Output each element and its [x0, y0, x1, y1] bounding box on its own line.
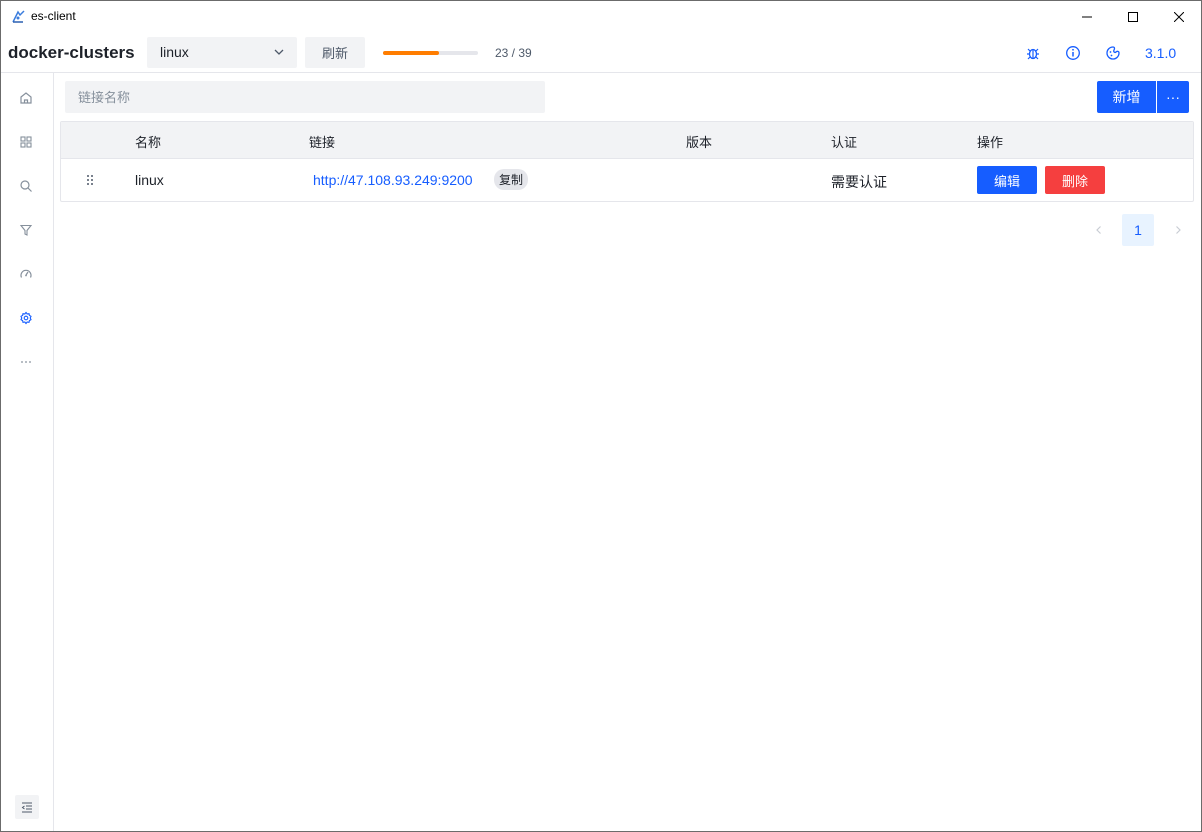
sidebar-item-filter[interactable] — [17, 221, 35, 239]
minimize-button[interactable] — [1064, 1, 1110, 32]
app-window: es-client docker-clusters linux 刷新 23 / … — [0, 0, 1202, 832]
sidebar-item-home[interactable] — [17, 89, 35, 107]
refresh-button[interactable]: 刷新 — [305, 37, 365, 68]
search-icon — [20, 180, 32, 192]
clusters-table: 名称 链接 版本 认证 操作 linux http://47.108.93.24… — [60, 121, 1194, 202]
chevron-left-icon — [1096, 226, 1101, 234]
pagination-page-1[interactable]: 1 — [1122, 214, 1154, 246]
cluster-select[interactable]: linux — [147, 37, 297, 68]
sidebar-collapse-button[interactable] — [15, 795, 39, 819]
chevron-right-icon — [1176, 226, 1181, 234]
cell-link[interactable]: http://47.108.93.249:9200 — [313, 172, 473, 188]
sidebar-item-settings[interactable] — [17, 309, 35, 327]
grid-icon — [20, 136, 32, 148]
progress-bar — [383, 51, 478, 55]
pagination-next-button[interactable] — [1162, 214, 1194, 246]
sidebar — [1, 73, 54, 831]
title-bar: es-client — [1, 1, 1201, 32]
minimize-icon — [1082, 16, 1092, 17]
column-header-version: 版本 — [686, 135, 713, 150]
copy-link-button[interactable]: 复制 — [494, 169, 529, 190]
app-logo-icon — [12, 10, 25, 23]
app-name: docker-clusters — [8, 43, 135, 62]
pagination-prev-button[interactable] — [1083, 214, 1115, 246]
maximize-icon — [1128, 11, 1138, 22]
cell-auth: 需要认证 — [831, 174, 887, 190]
link-name-search-input[interactable] — [65, 81, 545, 113]
column-header-auth: 认证 — [831, 135, 858, 150]
column-header-link: 链接 — [309, 135, 336, 150]
menu-fold-icon — [21, 802, 32, 813]
info-icon[interactable] — [1065, 45, 1081, 61]
sidebar-item-grid[interactable] — [17, 133, 35, 151]
theme-icon[interactable] — [1105, 45, 1121, 61]
table-row: linux http://47.108.93.249:9200 复制 需要认证 … — [61, 159, 1193, 201]
home-icon — [20, 92, 32, 104]
bug-icon[interactable] — [1025, 45, 1041, 61]
close-button[interactable] — [1156, 1, 1201, 32]
dashboard-icon — [20, 269, 32, 278]
drag-handle-icon[interactable] — [85, 173, 95, 187]
cell-name: linux — [135, 172, 164, 188]
more-icon — [21, 361, 31, 363]
progress-text: 23 / 39 — [495, 46, 532, 60]
table-header: 名称 链接 版本 认证 操作 — [61, 122, 1193, 159]
version-label[interactable]: 3.1.0 — [1145, 45, 1176, 61]
more-actions-button[interactable]: ··· — [1157, 81, 1189, 113]
chevron-down-icon — [274, 49, 284, 55]
close-icon — [1174, 11, 1184, 22]
add-button[interactable]: 新增 — [1097, 81, 1156, 113]
maximize-button[interactable] — [1110, 1, 1156, 32]
filter-icon — [19, 224, 33, 236]
sidebar-item-search[interactable] — [17, 177, 35, 195]
column-header-name: 名称 — [135, 135, 162, 150]
app-header: docker-clusters linux 刷新 23 / 39 3.1.0 — [1, 32, 1201, 73]
column-header-actions: 操作 — [977, 135, 1004, 150]
progress-fill — [383, 51, 440, 55]
delete-button[interactable]: 删除 — [1045, 166, 1105, 194]
window-title: es-client — [31, 9, 76, 23]
sidebar-item-dashboard[interactable] — [17, 265, 35, 283]
sidebar-item-more[interactable] — [17, 353, 35, 371]
settings-icon — [20, 311, 32, 325]
cluster-select-value: linux — [160, 44, 189, 60]
edit-button[interactable]: 编辑 — [977, 166, 1037, 194]
